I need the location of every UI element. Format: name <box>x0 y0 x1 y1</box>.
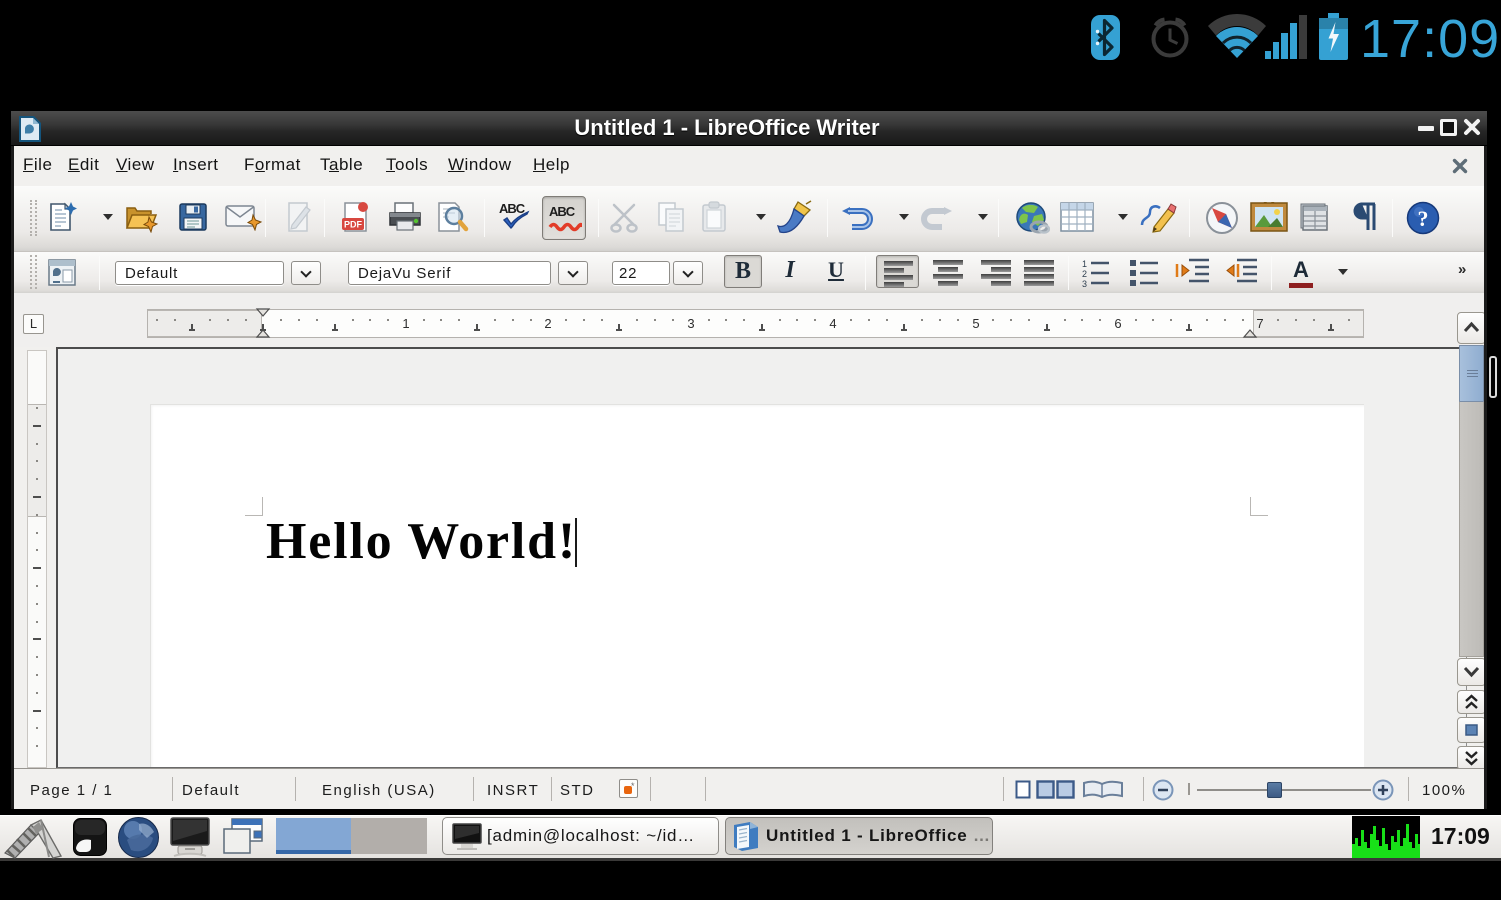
svg-text:?: ? <box>1418 206 1429 231</box>
svg-text:PDF: PDF <box>344 220 363 230</box>
svg-text:ABC: ABC <box>549 204 576 219</box>
svg-text:2: 2 <box>1082 269 1087 279</box>
svg-text:1: 1 <box>1082 259 1087 269</box>
svg-text:ABC: ABC <box>499 201 526 216</box>
svg-text:3: 3 <box>1082 279 1087 288</box>
